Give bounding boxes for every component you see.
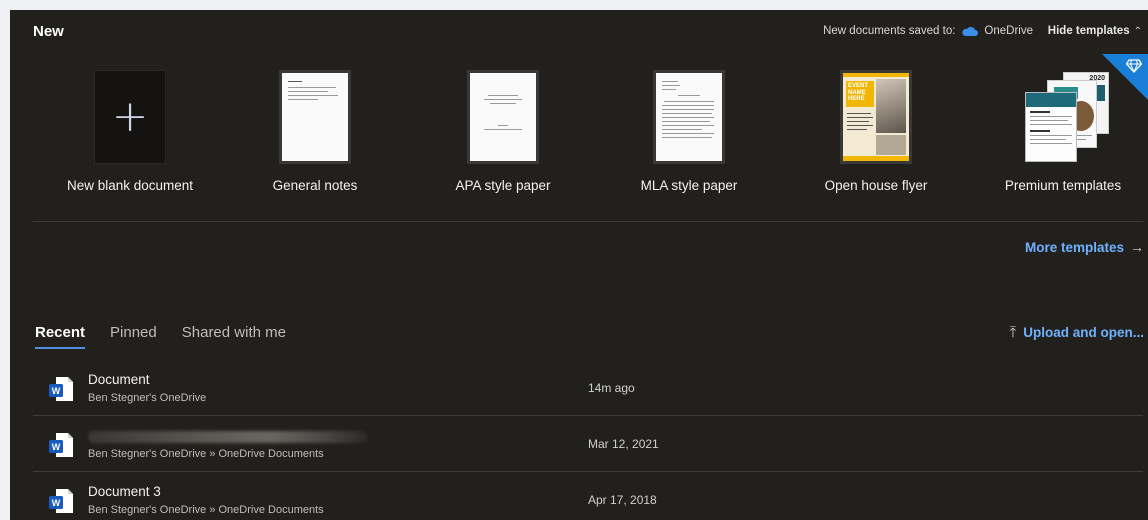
tab-recent[interactable]: Recent [35,324,86,349]
file-date: Apr 17, 2018 [588,493,657,507]
general-notes-thumbnail [279,70,351,164]
apa-paper-thumbnail [467,70,539,164]
more-templates-label: More templates [1024,239,1124,255]
redacted-file-name [88,431,368,443]
saved-to-label: New documents saved to: [823,25,956,37]
hide-templates-label: Hide templates [1047,25,1130,37]
upload-icon: ⤒ [1009,324,1017,341]
file-path: Ben Stegner's OneDrive [88,392,207,404]
file-path: Ben Stegner's OneDrive » OneDrive Docume… [88,504,324,516]
file-date: 14m ago [588,381,635,395]
recent-files-list: W Document Ben Stegner's OneDrive 14m ag… [33,360,1143,520]
file-row[interactable]: W Document Ben Stegner's OneDrive 14m ag… [33,360,1143,416]
onedrive-cloud-icon [961,26,979,36]
template-new-blank-document[interactable]: + New blank document [40,70,220,210]
file-name: Document 3 [88,484,161,499]
file-date: Mar 12, 2021 [588,437,659,451]
upload-and-open-label: Upload and open... [1023,325,1144,340]
save-location-info: New documents saved to: OneDrive [823,25,1033,37]
arrow-right-icon: → [1130,239,1144,255]
template-mla-style-paper[interactable]: MLA style paper [599,70,779,210]
plus-icon: + [111,91,149,142]
tab-shared-with-me[interactable]: Shared with me [182,324,286,349]
premium-templates-thumbnail: 2020 [1013,70,1113,168]
flyer-headline: EVENT NAME HERE [846,81,874,107]
template-premium-templates[interactable]: 2020 Premium templates [973,70,1148,210]
file-name: Document [88,372,150,387]
template-label: General notes [272,178,358,193]
section-divider [33,221,1143,222]
template-label: MLA style paper [640,178,738,193]
svg-text:W: W [52,498,61,508]
mla-paper-thumbnail [653,70,725,164]
template-general-notes[interactable]: General notes [225,70,405,210]
template-label: New blank document [66,178,194,193]
open-house-flyer-thumbnail: EVENT NAME HERE [840,70,912,164]
word-document-icon: W [49,433,73,457]
template-label: APA style paper [455,178,551,193]
upload-and-open-button[interactable]: ⤒ Upload and open... [1010,324,1144,341]
file-row[interactable]: W Ben Stegner's OneDrive » OneDrive Docu… [33,416,1143,472]
svg-text:W: W [52,386,61,396]
template-label: Premium templates [1004,178,1122,193]
template-apa-style-paper[interactable]: APA style paper [413,70,593,210]
word-document-icon: W [49,377,73,401]
new-document-panel: New New documents saved to: OneDrive Hid… [10,10,1148,520]
template-gallery: + New blank document General notes APA s… [33,70,1143,220]
more-templates-link[interactable]: More templates → [1025,239,1144,255]
hide-templates-button[interactable]: Hide templates ⌃ [1048,25,1142,37]
tab-pinned[interactable]: Pinned [110,324,157,349]
file-tabs: Recent Pinned Shared with me [35,324,286,349]
chevron-up-icon: ⌃ [1133,25,1142,37]
word-document-icon: W [49,489,73,513]
file-path: Ben Stegner's OneDrive » OneDrive Docume… [88,448,324,460]
blank-document-thumbnail: + [94,70,166,164]
page-title: New [33,23,64,40]
template-open-house-flyer[interactable]: EVENT NAME HERE Open house flyer [786,70,966,210]
svg-text:W: W [52,442,61,452]
saved-to-location[interactable]: OneDrive [984,25,1033,37]
file-row[interactable]: W Document 3 Ben Stegner's OneDrive » On… [33,472,1143,520]
template-label: Open house flyer [824,178,928,193]
